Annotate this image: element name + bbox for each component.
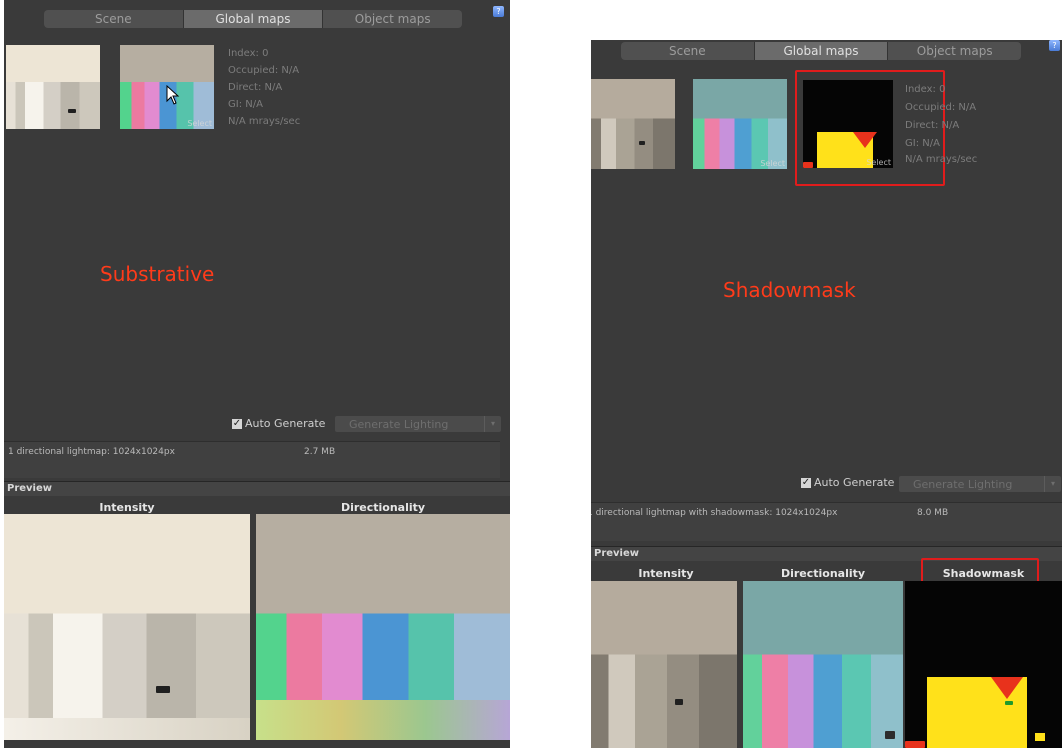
stats-size: 2.7 MB (304, 447, 336, 457)
info-gi: GI: N/A (905, 138, 940, 149)
thumbnail-select-label[interactable]: Select (760, 159, 785, 168)
auto-generate-toggle[interactable]: ✓ Auto Generate (232, 417, 325, 430)
auto-generate-label: Auto Generate (245, 417, 326, 430)
stats-size: 8.0 MB (917, 508, 949, 518)
auto-generate-label: Auto Generate (814, 476, 895, 489)
lighting-window-subtractive: Scene Global maps Object maps ? Select I… (4, 0, 510, 748)
preview-label-intensity: Intensity (99, 501, 155, 514)
preview-intensity-map (4, 514, 250, 740)
preview-directionality-map (256, 514, 510, 740)
tab-scene[interactable]: Scene (44, 10, 184, 28)
preview-directionality-map (743, 581, 903, 748)
preview-label-directionality: Directionality (780, 567, 866, 580)
lightmap-thumbnail-intensity[interactable] (591, 79, 675, 169)
mode-annotation-shadowmask: Shadowmask (723, 278, 856, 302)
dropdown-arrow-icon[interactable]: ▾ (1044, 476, 1061, 492)
lighting-tabs: Scene Global maps Object maps (621, 42, 1022, 60)
info-index: Index: 0 (905, 84, 946, 95)
preview-header: Preview (4, 481, 510, 496)
tab-object-maps[interactable]: Object maps (323, 10, 463, 28)
lightmap-stats: 1 directional lightmap with shadowmask: … (591, 502, 1062, 541)
tab-object-maps[interactable]: Object maps (888, 42, 1022, 60)
checkmark-icon[interactable]: ✓ (232, 418, 242, 429)
lightmap-stats: 1 directional lightmap: 1024x1024px 2.7 … (4, 441, 500, 478)
stats-description: 1 directional lightmap: 1024x1024px (8, 447, 175, 457)
info-mrays: N/A mrays/sec (905, 154, 978, 165)
lightmap-thumbnail-intensity[interactable] (6, 45, 100, 129)
tab-global-maps[interactable]: Global maps (754, 42, 889, 60)
mode-annotation-subtractive: Substrative (100, 262, 215, 286)
info-occupied: Occupied: N/A (228, 65, 300, 76)
generate-lighting-button[interactable]: Generate Lighting ▾ (335, 416, 501, 432)
help-icon[interactable]: ? (493, 6, 504, 17)
info-direct: Direct: N/A (228, 82, 283, 93)
lighting-window-shadowmask: Scene Global maps Object maps ? Select S… (591, 40, 1062, 748)
preview-shadowmask-map (905, 581, 1062, 748)
checkmark-icon[interactable]: ✓ (801, 477, 811, 488)
info-index: Index: 0 (228, 48, 269, 59)
generate-lighting-label: Generate Lighting (349, 417, 449, 431)
thumbnail-select-label[interactable]: Select (187, 119, 212, 128)
info-occupied: Occupied: N/A (905, 102, 977, 113)
preview-label-intensity: Intensity (638, 567, 694, 580)
stats-description: 1 directional lightmap with shadowmask: … (591, 508, 838, 518)
info-gi: GI: N/A (228, 99, 263, 110)
generate-lighting-button[interactable]: Generate Lighting ▾ (899, 476, 1061, 492)
info-mrays: N/A mrays/sec (228, 116, 301, 127)
mouse-cursor-icon (166, 85, 180, 105)
dropdown-arrow-icon[interactable]: ▾ (484, 416, 501, 432)
preview-intensity-map (591, 581, 737, 748)
auto-generate-toggle[interactable]: ✓ Auto Generate (801, 476, 894, 489)
lighting-tabs: Scene Global maps Object maps (44, 10, 463, 28)
help-icon[interactable]: ? (1049, 40, 1060, 51)
preview-label-directionality: Directionality (340, 501, 426, 514)
generate-lighting-label: Generate Lighting (913, 477, 1013, 491)
info-direct: Direct: N/A (905, 120, 960, 131)
tab-scene[interactable]: Scene (621, 42, 755, 60)
lightmap-thumbnail-directionality[interactable]: Select (693, 79, 787, 169)
tab-global-maps[interactable]: Global maps (183, 10, 324, 28)
